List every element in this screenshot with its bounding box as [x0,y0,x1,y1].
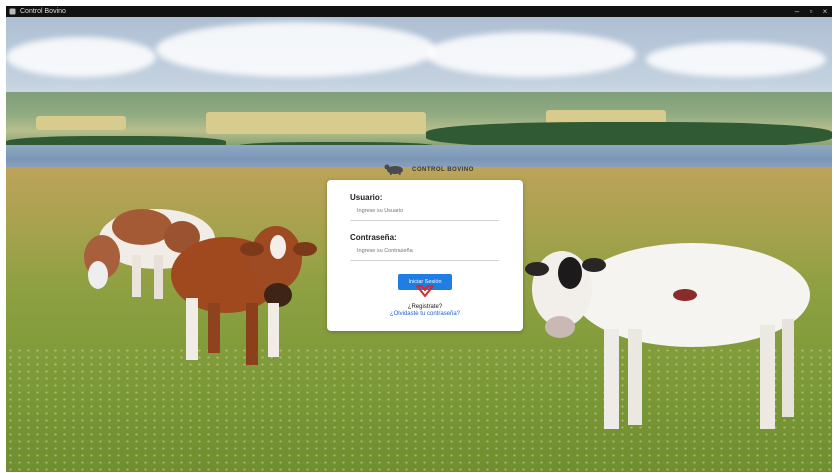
cloud [426,32,636,77]
close-button[interactable]: × [818,6,832,17]
username-input[interactable] [350,202,499,221]
register-link[interactable]: ¿Registrate? [327,304,523,310]
cloud [6,37,156,77]
minimize-button[interactable]: – [790,6,804,17]
title-bar: Control Bovino – ▫ × [6,6,832,17]
window-title: Control Bovino [20,8,66,15]
cow-image [525,243,810,429]
login-card: Usuario: Contraseña: Iniciar Sesión ¿Reg… [327,180,523,331]
application-window: Control Bovino – ▫ × CONTROL BOVINO Usua… [0,0,834,473]
cow-logo-icon [384,163,406,177]
cow-image [171,226,317,365]
forgot-password-link[interactable]: ¿Olvidaste tu contraseña? [327,311,523,317]
cloud [156,22,436,77]
login-button[interactable]: Iniciar Sesión [398,274,452,290]
username-label: Usuario: [350,193,383,202]
brand-name: CONTROL BOVINO [412,167,474,173]
maximize-button[interactable]: ▫ [804,6,818,17]
password-input[interactable] [350,242,499,261]
cloud [646,42,826,77]
password-label: Contraseña: [350,233,397,242]
app-icon [9,8,16,15]
brand-logo: CONTROL BOVINO [384,163,474,177]
